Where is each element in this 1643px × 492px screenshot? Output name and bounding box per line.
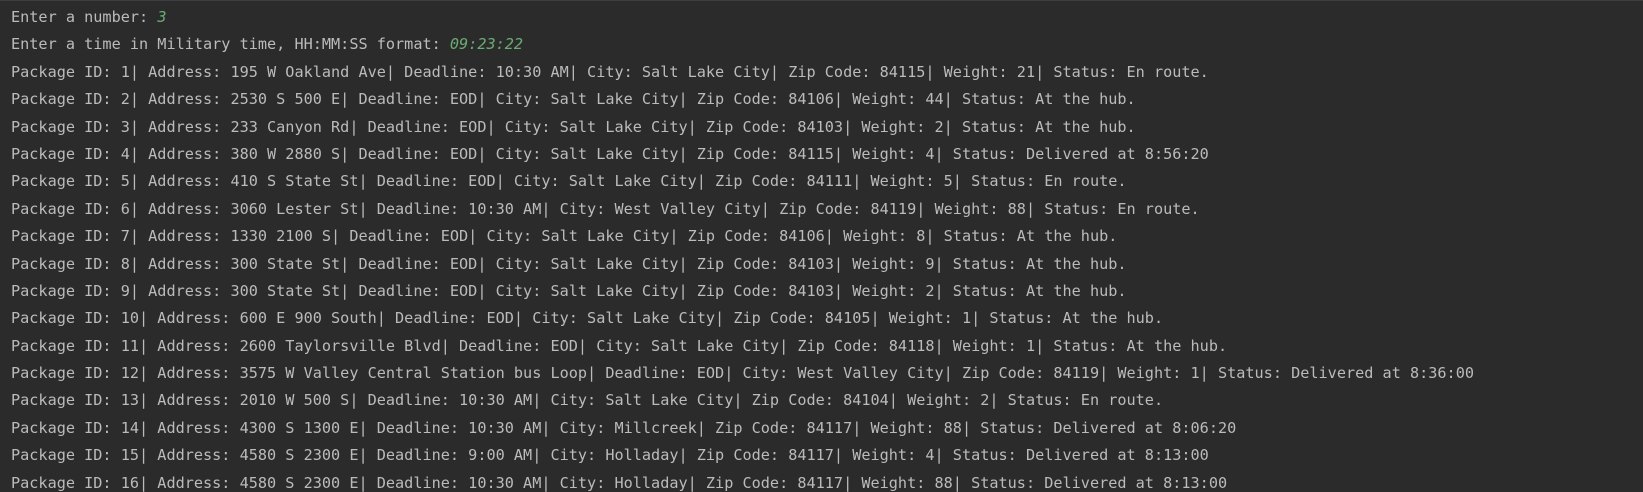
console-lines: Enter a number: 3 Enter a time in Milita…	[11, 4, 1643, 492]
package-line: Package ID: 15| Address: 4580 S 2300 E| …	[11, 446, 1209, 465]
package-line: Package ID: 16| Address: 4580 S 2300 E| …	[11, 473, 1228, 492]
package-line: Package ID: 13| Address: 2010 W 500 S| D…	[11, 391, 1164, 410]
package-line: Package ID: 12| Address: 3575 W Valley C…	[11, 364, 1474, 383]
package-line: Package ID: 1| Address: 195 W Oakland Av…	[11, 62, 1209, 81]
time-input-value: 09:23:22	[449, 35, 524, 54]
package-line: Package ID: 14| Address: 4300 S 1300 E| …	[11, 418, 1237, 437]
package-line: Package ID: 3| Address: 233 Canyon Rd| D…	[11, 117, 1136, 136]
package-line: Package ID: 7| Address: 1330 2100 S| Dea…	[11, 227, 1118, 246]
number-input-value: 3	[157, 8, 167, 26]
package-line: Package ID: 6| Address: 3060 Lester St| …	[11, 199, 1200, 218]
package-line: Package ID: 4| Address: 380 W 2880 S| De…	[11, 144, 1209, 163]
package-line: Package ID: 5| Address: 410 S State St| …	[11, 172, 1127, 191]
console-output[interactable]: Enter a number: 3 Enter a time in Milita…	[0, 0, 1643, 492]
time-prompt: Enter a time in Military time, HH:MM:SS …	[11, 35, 450, 54]
package-line: Package ID: 2| Address: 2530 S 500 E| De…	[11, 90, 1136, 109]
package-line: Package ID: 8| Address: 300 State St| De…	[11, 254, 1127, 273]
package-line: Package ID: 11| Address: 2600 Taylorsvil…	[11, 336, 1228, 355]
package-line: Package ID: 10| Address: 600 E 900 South…	[11, 309, 1164, 328]
number-prompt: Enter a number:	[11, 8, 158, 26]
time-prompt-line: Enter a time in Military time, HH:MM:SS …	[11, 31, 1643, 58]
number-prompt-line: Enter a number: 3	[11, 4, 1643, 31]
package-line: Package ID: 9| Address: 300 State St| De…	[11, 281, 1127, 300]
